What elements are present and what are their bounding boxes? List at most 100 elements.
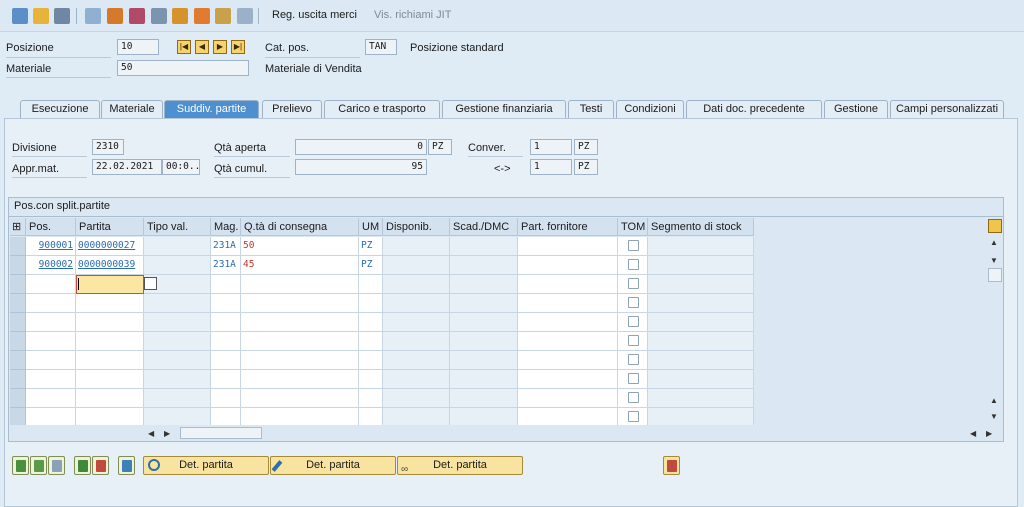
grid-cell-pos[interactable] (26, 275, 76, 294)
col-header-partita[interactable]: Partita (76, 218, 144, 236)
package-icon[interactable] (172, 8, 188, 24)
delete-icon[interactable] (54, 8, 70, 24)
select-block-button[interactable] (48, 456, 65, 475)
grid-cell-mag[interactable] (211, 408, 241, 425)
grid-cell-mag[interactable] (211, 370, 241, 389)
refresh-button[interactable] (118, 456, 135, 475)
home-icon[interactable] (215, 8, 231, 24)
col-header-tom[interactable]: TOM (618, 218, 648, 236)
grid-cell-seg[interactable] (648, 237, 754, 256)
grid-cell-pos[interactable] (26, 351, 76, 370)
grid-cell-pos[interactable]: 900001 (26, 237, 76, 256)
row-selector[interactable] (10, 256, 26, 275)
grid-cell-um[interactable] (359, 294, 383, 313)
jit-calls-button[interactable]: Vis. richiami JIT (374, 9, 451, 21)
grid-cell-tom[interactable] (618, 275, 648, 294)
grid-cell-disp[interactable] (383, 351, 450, 370)
grid-cell-scad[interactable] (450, 294, 518, 313)
grid-cell-disp[interactable] (383, 389, 450, 408)
grid-cell-pos[interactable] (26, 370, 76, 389)
grid-cell-scad[interactable] (450, 275, 518, 294)
grid-cell-qta[interactable] (241, 294, 359, 313)
last-item-icon[interactable]: ▶| (231, 40, 245, 54)
col-header-um[interactable]: UM (359, 218, 383, 236)
grid-cell-partita[interactable] (76, 294, 144, 313)
grid-cell-seg[interactable] (648, 408, 754, 425)
grid-cell-qta[interactable] (241, 408, 359, 425)
tom-checkbox[interactable] (628, 335, 639, 346)
grid-cell-tipo[interactable] (144, 332, 211, 351)
grid-cell-forn[interactable] (518, 408, 618, 425)
grid-cell-mag[interactable]: 231A (211, 256, 241, 275)
row-selector[interactable] (10, 389, 26, 408)
grid-cell-partita[interactable] (76, 389, 144, 408)
col-header-tipo-val[interactable]: Tipo val. (144, 218, 211, 236)
tab-esecuzione[interactable]: Esecuzione (20, 100, 100, 118)
grid-cell-partita[interactable] (76, 370, 144, 389)
grid-cell-partita[interactable] (76, 313, 144, 332)
tab-campi-personalizzati[interactable]: Campi personalizzati (890, 100, 1004, 118)
flow-icon[interactable] (194, 8, 210, 24)
tab-dati-doc-precedente[interactable]: Dati doc. precedente (686, 100, 822, 118)
col-header-segmento[interactable]: Segmento di stock (648, 218, 754, 236)
scroll-up-icon[interactable]: ▲ (990, 238, 998, 247)
grid-cell-pos[interactable] (26, 294, 76, 313)
grid-cell-scad[interactable] (450, 332, 518, 351)
scroll-left-right-icon[interactable]: ◀ (970, 429, 976, 438)
value-help-icon[interactable] (144, 277, 157, 290)
grid-cell-partita[interactable]: 0000000039 (76, 256, 144, 275)
new-document-icon[interactable] (33, 8, 49, 24)
grid-cell-disp[interactable] (383, 237, 450, 256)
scroll-down-bottom-icon[interactable]: ▼ (990, 412, 998, 421)
grid-cell-tom[interactable] (618, 389, 648, 408)
grid-cell-tipo[interactable] (144, 408, 211, 425)
col-header-part-fornitore[interactable]: Part. fornitore (518, 218, 618, 236)
tab-prelievo[interactable]: Prelievo (262, 100, 322, 118)
grid-cell-mag[interactable] (211, 332, 241, 351)
insert-row-button[interactable] (74, 456, 91, 475)
row-selector[interactable] (10, 332, 26, 351)
grid-cell-tipo[interactable] (144, 389, 211, 408)
row-selector[interactable] (10, 408, 26, 425)
copy-icon[interactable] (85, 8, 101, 24)
layout-icon[interactable] (988, 219, 1002, 233)
tom-checkbox[interactable] (628, 392, 639, 403)
grid-cell-qta[interactable] (241, 389, 359, 408)
grid-cell-seg[interactable] (648, 313, 754, 332)
grid-cell-mag[interactable]: 231A (211, 237, 241, 256)
grid-cell-um[interactable] (359, 275, 383, 294)
grid-cell-tom[interactable] (618, 408, 648, 425)
grid-icon[interactable] (237, 8, 253, 24)
batch-determination-button-1[interactable]: Det. partita (143, 456, 269, 475)
grid-cell-tom[interactable] (618, 370, 648, 389)
grid-cell-tom[interactable] (618, 351, 648, 370)
grid-cell-disp[interactable] (383, 256, 450, 275)
grid-cell-um[interactable] (359, 408, 383, 425)
tom-checkbox[interactable] (628, 316, 639, 327)
tab-carico-trasporto[interactable]: Carico e trasporto (324, 100, 440, 118)
tab-gestione-finanziaria[interactable]: Gestione finanziaria (442, 100, 566, 118)
grid-cell-pos[interactable] (26, 408, 76, 425)
delete-row-button[interactable] (92, 456, 109, 475)
grid-cell-forn[interactable] (518, 237, 618, 256)
tab-condizioni[interactable]: Condizioni (616, 100, 684, 118)
col-header-scad[interactable]: Scad./DMC (450, 218, 518, 236)
row-selector[interactable] (10, 351, 26, 370)
batch-determination-button-3[interactable]: ∞ Det. partita (397, 456, 523, 475)
grid-cell-um[interactable]: PZ (359, 256, 383, 275)
grid-cell-seg[interactable] (648, 294, 754, 313)
row-selector[interactable] (10, 313, 26, 332)
tab-gestione[interactable]: Gestione (824, 100, 888, 118)
find-next-button[interactable] (30, 456, 47, 475)
scroll-left-icon[interactable]: ◀ (148, 429, 154, 438)
grid-cell-um[interactable] (359, 370, 383, 389)
tom-checkbox[interactable] (628, 278, 639, 289)
grid-cell-disp[interactable] (383, 275, 450, 294)
tom-checkbox[interactable] (628, 259, 639, 270)
position-field[interactable]: 10 (117, 39, 159, 55)
grid-cell-scad[interactable] (450, 408, 518, 425)
tools-icon[interactable] (12, 8, 28, 24)
grid-cell-forn[interactable] (518, 256, 618, 275)
grid-cell-qta[interactable] (241, 313, 359, 332)
grid-cell-tom[interactable] (618, 313, 648, 332)
